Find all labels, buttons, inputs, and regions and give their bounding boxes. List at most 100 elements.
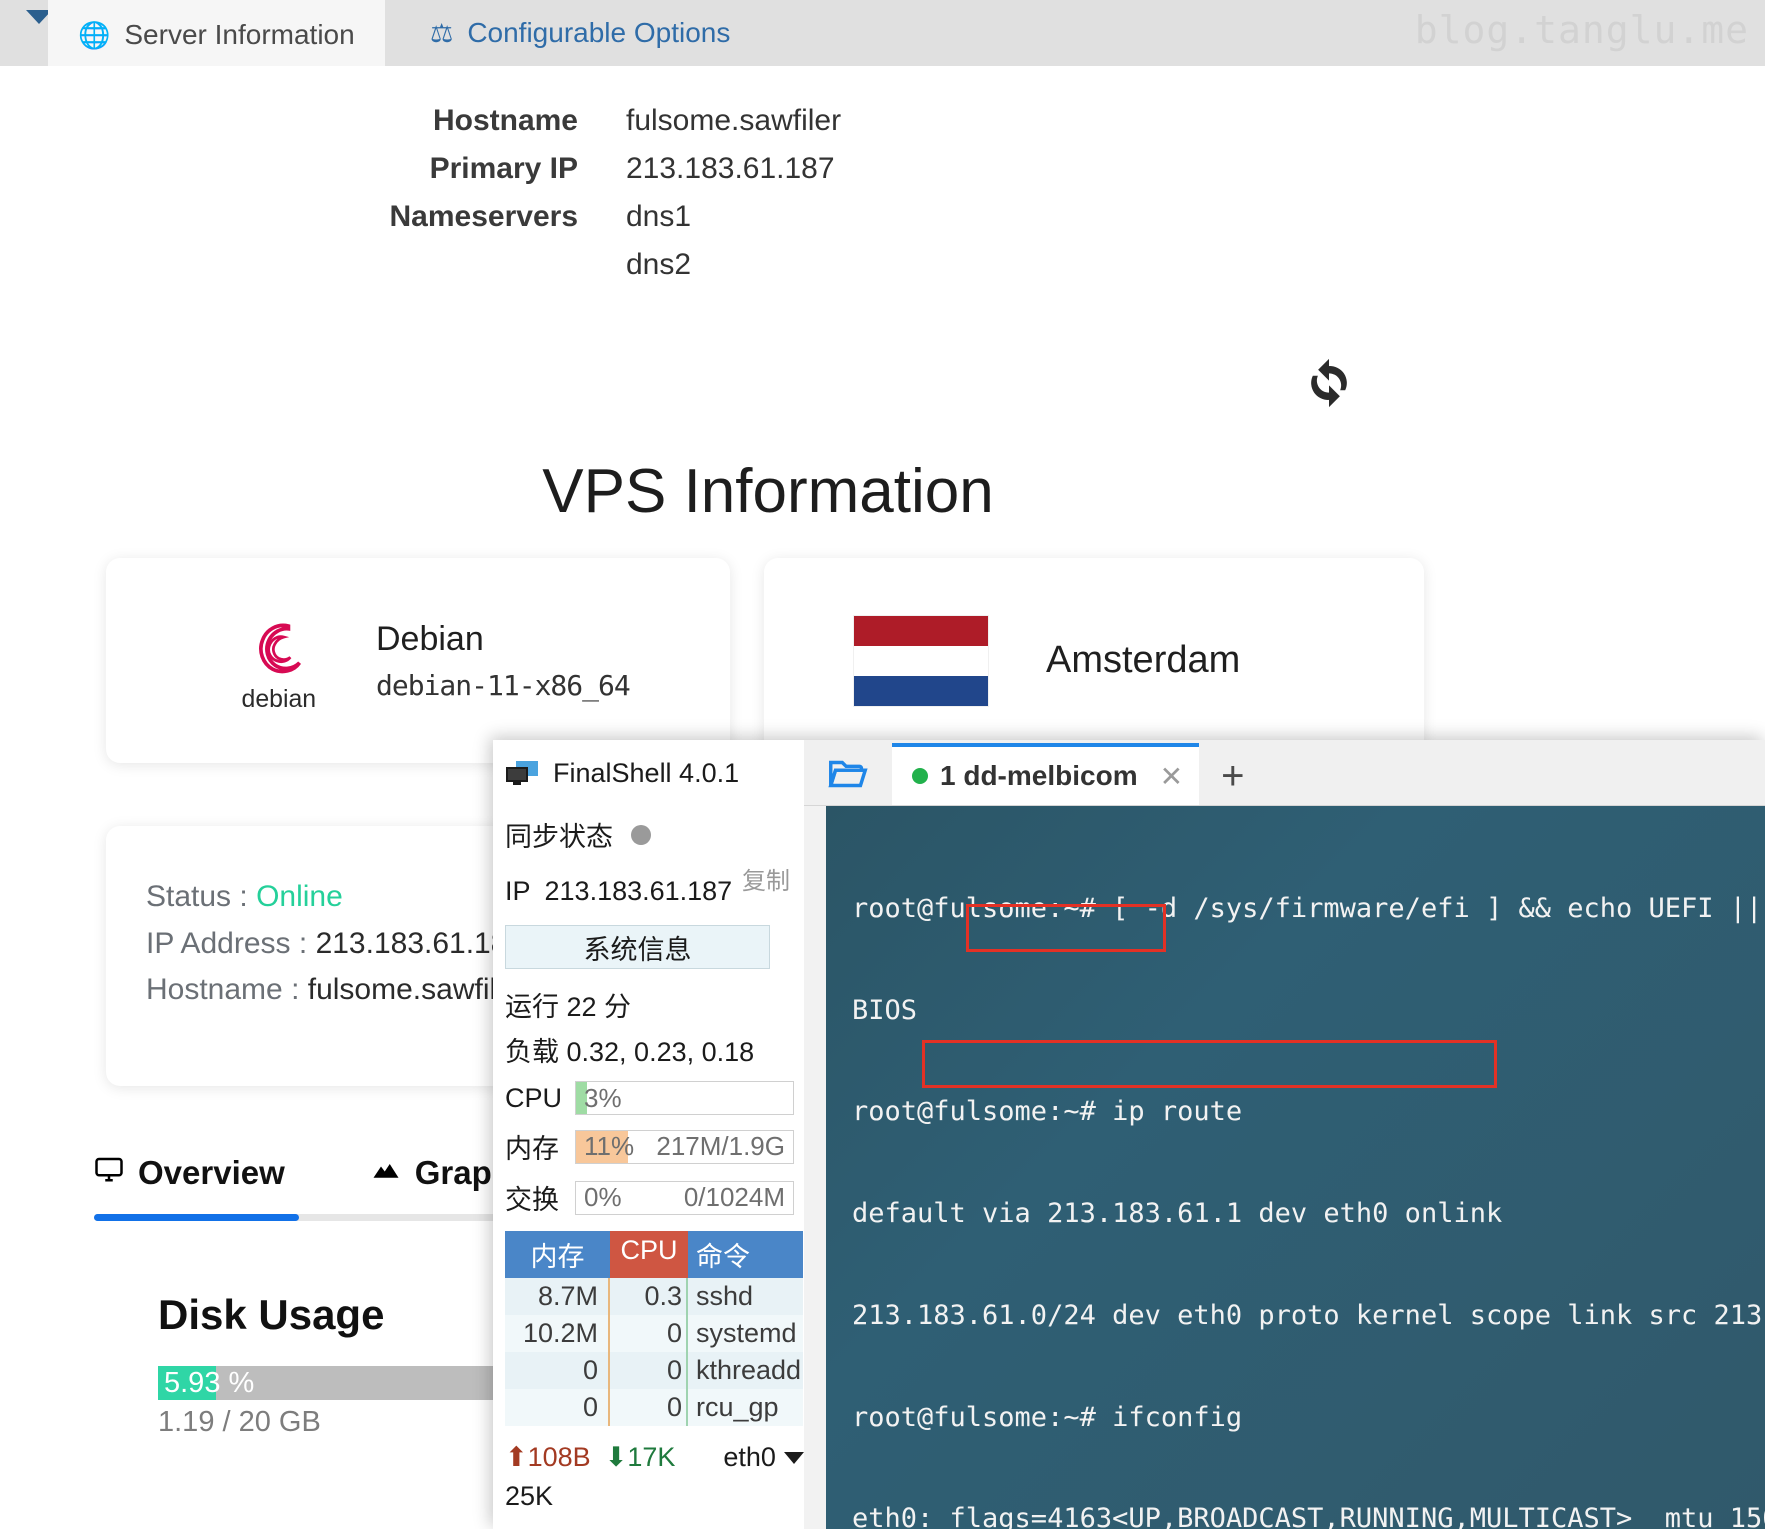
chart-icon: [371, 1154, 401, 1192]
gateway-highlight-box: [966, 904, 1166, 952]
row-value: fulsome.sawfiler: [626, 104, 842, 137]
arrow-down-icon: ⬇: [604, 1442, 628, 1472]
terminal-tab-dd-melbicom[interactable]: 1 dd-melbicom ✕: [892, 743, 1200, 805]
swap-meter-row: 交换 0% 0/1024M: [505, 1178, 794, 1217]
inet-highlight-box: [922, 1040, 1497, 1088]
disk-usage-title: Disk Usage: [158, 1291, 385, 1338]
terminal-line: root@fulsome:~# ip route: [852, 1096, 1243, 1128]
terminal-tab-bar: 1 dd-melbicom ✕ +: [804, 740, 1765, 806]
table-row: Nameservers dns1: [368, 200, 841, 234]
terminal-line: default via 213.183.61.1 dev eth0 onlink: [852, 1198, 1503, 1229]
os-slug: debian-11-x86_64: [376, 668, 631, 702]
debian-logo-icon: debian: [236, 609, 328, 713]
terminal-line: BIOS: [852, 994, 918, 1026]
sync-status-row: 同步状态: [505, 815, 794, 854]
terminal-line: 213.183.61.0/24 dev eth0 proto kernel sc…: [852, 1299, 1765, 1331]
memory-meter-row: 内存 11% 217M/1.9G: [505, 1127, 794, 1166]
terminal-pane: 1 dd-melbicom ✕ + root@fulsome:~# [ -d /…: [804, 740, 1765, 1529]
arrow-up-icon: ⬆: [505, 1442, 528, 1472]
cell-command: kthreadd: [696, 1355, 802, 1385]
chevron-down-icon: [783, 1451, 804, 1464]
cell-cpu: 0: [610, 1352, 688, 1389]
interface-label: eth0: [723, 1442, 776, 1472]
table-row[interactable]: 0 0 rcu_gp: [505, 1389, 803, 1426]
table-row[interactable]: 8.7M 0.3 sshd: [505, 1278, 803, 1315]
folder-icon[interactable]: [804, 743, 892, 805]
col-memory: 内存: [530, 1242, 585, 1272]
cpu-meter-percent: 3%: [584, 1082, 622, 1113]
table-row: dns2: [368, 248, 841, 282]
finalshell-status-pane: FinalShell 4.0.1 同步状态 IP 213.183.61.187 …: [493, 740, 804, 1529]
row-key: Hostname: [432, 104, 578, 137]
row-key: Nameservers: [389, 200, 578, 233]
terminal-tab-label: 1 dd-melbicom: [940, 760, 1138, 791]
row-value: dns2: [626, 248, 692, 281]
cpu-meter: 3%: [575, 1081, 794, 1115]
page-title: VPS Information: [542, 457, 994, 526]
tab-configurable-options[interactable]: ⚖ Configurable Options: [400, 0, 761, 66]
hostname-label: Hostname :: [146, 973, 300, 1006]
watermark: blog.tanglu.me: [1414, 8, 1749, 52]
table-row[interactable]: 10.2M 0 systemd: [505, 1315, 803, 1352]
swap-meter: 0% 0/1024M: [575, 1180, 794, 1215]
cell-cpu: 0.3: [610, 1278, 688, 1315]
system-info-button[interactable]: 系统信息: [505, 925, 770, 969]
sync-status-label: 同步状态: [505, 822, 613, 852]
process-table: 内存 CPU 命令 8.7M 0.3 sshd 10.2M 0 systemd …: [505, 1231, 803, 1426]
uptime-text: 运行 22 分: [505, 992, 632, 1022]
row-key: [368, 248, 578, 282]
new-tab-button[interactable]: +: [1199, 754, 1266, 805]
netherlands-flag-icon: [854, 615, 988, 706]
ip-label: IP: [505, 876, 531, 906]
computer-icon: [505, 760, 539, 788]
terminal-output[interactable]: root@fulsome:~# [ -d /sys/firmware/efi ]…: [826, 806, 1765, 1529]
table-row: Hostname fulsome.sawfiler: [368, 104, 841, 138]
cell-memory: 10.2M: [505, 1315, 610, 1352]
svg-text:debian: debian: [242, 686, 317, 713]
connected-indicator-icon: [912, 768, 928, 784]
memory-meter-detail: 217M/1.9G: [656, 1131, 785, 1161]
disk-usage-detail: 1.19 / 20 GB: [158, 1406, 321, 1438]
cell-cpu: 0: [610, 1389, 688, 1426]
top-tab-strip: 🌐 Server Information ⚖ Configurable Opti…: [0, 0, 1765, 66]
location-card: Amsterdam: [764, 558, 1424, 763]
refresh-icon[interactable]: [1300, 354, 1358, 412]
tab-server-information-label: Server Information: [124, 18, 355, 50]
location-name: Amsterdam: [1046, 639, 1241, 681]
row-value: 213.183.61.187: [626, 152, 835, 185]
load-average-text: 负载 0.32, 0.23, 0.18: [505, 1037, 755, 1067]
download-stat: ⬇17K: [604, 1442, 676, 1472]
tab-overview-label: Overview: [138, 1154, 285, 1191]
interface-selector[interactable]: eth0: [723, 1442, 804, 1473]
finalshell-title-label: FinalShell 4.0.1: [553, 758, 740, 788]
tab-server-information[interactable]: 🌐 Server Information: [48, 0, 385, 66]
table-row[interactable]: 0 0 kthreadd: [505, 1352, 803, 1389]
row-value: dns1: [626, 200, 692, 233]
os-name: Debian: [376, 619, 484, 658]
swap-meter-label: 交换: [505, 1185, 559, 1215]
tab-configurable-options-label: Configurable Options: [467, 17, 731, 48]
sync-status-indicator-icon: [631, 824, 651, 845]
disk-usage-percent: 5.93 %: [164, 1367, 255, 1399]
copy-button[interactable]: 复制: [742, 861, 790, 896]
cell-memory: 0: [505, 1352, 610, 1389]
blocks-icon: ⚖: [430, 18, 454, 48]
os-card: debian Debian debian-11-x86_64: [106, 558, 730, 763]
hostname-value: fulsome.sawfiler: [307, 973, 523, 1006]
network-stats-row: ⬆108B ⬇17K eth0: [505, 1442, 804, 1473]
cell-command: rcu_gp: [696, 1392, 779, 1422]
globe-icon: 🌐: [78, 19, 111, 50]
col-command: 命令: [688, 1231, 803, 1278]
memory-meter-label: 内存: [505, 1134, 559, 1164]
row-key: Primary IP: [429, 152, 578, 185]
finalshell-window: FinalShell 4.0.1 同步状态 IP 213.183.61.187 …: [493, 740, 1765, 1529]
close-icon[interactable]: ✕: [1160, 760, 1183, 793]
finalshell-title: FinalShell 4.0.1: [505, 758, 794, 789]
tab-overview[interactable]: Overview: [94, 1154, 285, 1204]
terminal-line: eth0: flags=4163<UP,BROADCAST,RUNNING,MU…: [852, 1503, 1765, 1529]
monitor-icon: [94, 1154, 124, 1192]
ip-label: IP Address :: [146, 926, 308, 960]
cell-cpu: 0: [610, 1315, 688, 1352]
cell-memory: 0: [505, 1389, 610, 1426]
cell-memory: 8.7M: [505, 1278, 610, 1315]
